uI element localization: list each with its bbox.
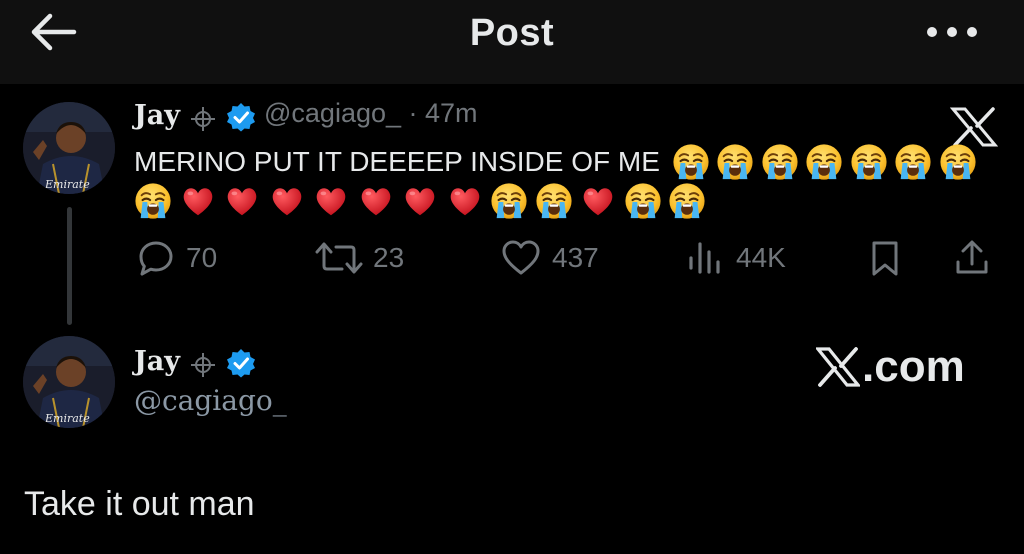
- crosshair-icon: [191, 107, 215, 131]
- reply-icon: [139, 241, 173, 276]
- handle[interactable]: @cagiago_: [134, 384, 287, 417]
- share-icon: [956, 240, 988, 274]
- like-button[interactable]: 437: [500, 236, 599, 280]
- post-text: MERINO PUT IT DEEEEP INSIDE OF ME: [134, 146, 660, 177]
- red-heart-emoji: [312, 182, 350, 220]
- loudly-crying-emoji: [672, 143, 710, 181]
- top-bar: Post: [0, 0, 1024, 84]
- repost-count: 23: [373, 242, 405, 273]
- display-name[interactable]: Jay: [134, 346, 180, 377]
- red-heart-emoji: [268, 182, 306, 220]
- view-count: 44K: [736, 242, 786, 273]
- display-name[interactable]: Jay: [134, 100, 180, 131]
- loudly-crying-emoji: [134, 182, 172, 220]
- bar-chart-icon: [689, 242, 720, 274]
- verified-badge-icon: [227, 103, 255, 132]
- red-heart-emoji: [357, 182, 395, 220]
- handle-and-timestamp[interactable]: @cagiago_ · 47m: [264, 98, 478, 129]
- red-heart-emoji: [401, 182, 439, 220]
- post-emoji-line: [134, 181, 713, 221]
- loudly-crying-emoji: [894, 143, 932, 181]
- share-button[interactable]: [952, 236, 992, 280]
- views-button[interactable]: 44K: [686, 236, 786, 280]
- avatar[interactable]: Emirate: [23, 102, 115, 194]
- bookmark-icon: [872, 241, 898, 276]
- avatar[interactable]: Emirate: [23, 336, 115, 428]
- red-heart-emoji: [179, 182, 217, 220]
- like-count: 437: [552, 242, 599, 273]
- x-com-text: .com: [862, 342, 965, 391]
- red-heart-emoji: [579, 182, 617, 220]
- x-logo-icon: [950, 107, 998, 147]
- reply-count: 70: [186, 242, 218, 273]
- loudly-crying-emoji: [668, 182, 706, 220]
- heart-icon: [502, 240, 540, 275]
- more-options-button[interactable]: [920, 14, 984, 50]
- page-title: Post: [469, 12, 555, 54]
- reply-text: Take it out man: [24, 485, 255, 523]
- loudly-crying-emoji: [761, 143, 799, 181]
- verified-badge-icon: [227, 349, 255, 378]
- red-heart-emoji: [223, 182, 261, 220]
- post-text-line: MERINO PUT IT DEEEEP INSIDE OF ME: [134, 142, 983, 182]
- svg-text:Emirate: Emirate: [44, 412, 90, 425]
- x-com-watermark: .com: [816, 342, 965, 392]
- bookmark-button[interactable]: [866, 236, 906, 280]
- repost-icon: [315, 242, 363, 274]
- crosshair-icon: [191, 353, 215, 377]
- loudly-crying-emoji: [805, 143, 843, 181]
- svg-text:Emirate: Emirate: [44, 178, 90, 191]
- more-horizontal-icon: [927, 27, 977, 37]
- thread-connector-line: [67, 207, 72, 325]
- loudly-crying-emoji: [534, 182, 573, 220]
- loudly-crying-emoji: [850, 143, 888, 181]
- reply-button[interactable]: 70: [136, 236, 217, 280]
- loudly-crying-emoji: [623, 182, 662, 220]
- x-logo-icon: [816, 347, 860, 387]
- red-heart-emoji: [446, 182, 484, 220]
- loudly-crying-emoji: [490, 182, 528, 220]
- loudly-crying-emoji: [716, 143, 754, 181]
- loudly-crying-emoji: [939, 143, 977, 181]
- repost-button[interactable]: 23: [315, 236, 404, 280]
